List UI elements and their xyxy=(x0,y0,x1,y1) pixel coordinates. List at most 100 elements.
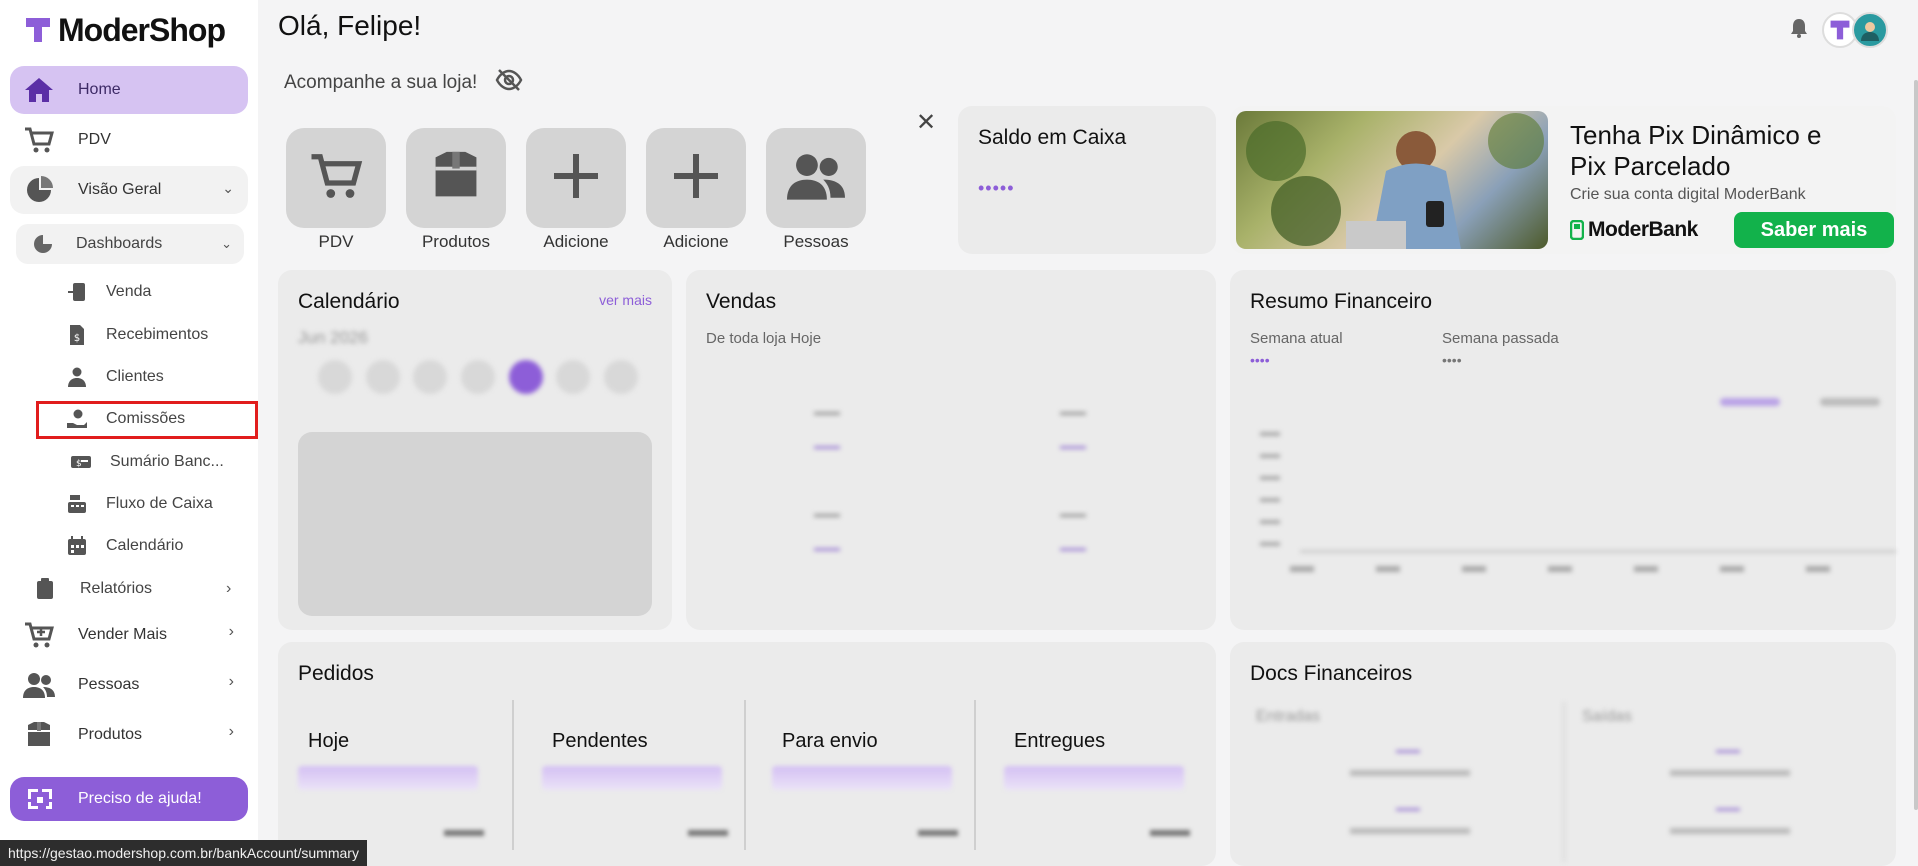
pie-chart-icon xyxy=(22,175,56,205)
sidebar: ModerShop Home PDV Visão Geral ⌄ Dashboa… xyxy=(0,0,258,866)
bell-icon[interactable] xyxy=(1790,18,1808,43)
quick-action-label: PDV xyxy=(318,232,354,251)
sub-item-sumario-bancario[interactable]: $ Sumário Banc... xyxy=(70,444,224,480)
calendar-day[interactable] xyxy=(556,360,591,394)
calendar-day[interactable] xyxy=(413,360,448,394)
sub-item-fluxo-de-caixa[interactable]: Fluxo de Caixa xyxy=(66,486,213,522)
pedidos-col-value xyxy=(918,830,958,836)
home-icon xyxy=(22,75,56,105)
help-button-label: Preciso de ajuda! xyxy=(78,790,202,807)
box-icon xyxy=(430,150,482,207)
link-status-bar: https://gestao.modershop.com.br/bankAcco… xyxy=(0,840,367,866)
promo-banner[interactable]: Tenha Pix Dinâmico e Pix Parcelado Crie s… xyxy=(1230,106,1896,254)
calendar-week xyxy=(318,360,638,394)
page-subtitle: Acompanhe a sua loja! xyxy=(284,68,523,98)
nav-dashboards[interactable]: Dashboards ⌄ xyxy=(16,224,244,264)
calendar-day[interactable] xyxy=(603,360,638,394)
pedidos-col-pendentes[interactable]: Pendentes xyxy=(542,702,742,866)
eye-slash-icon[interactable] xyxy=(495,68,523,98)
cart-icon xyxy=(22,125,56,155)
sub-item-venda[interactable]: Venda xyxy=(66,274,151,310)
quick-action-pdv[interactable]: PDV xyxy=(286,128,386,252)
calendar-see-more-link[interactable]: ver mais xyxy=(599,292,652,308)
banner-headline-line-2: Pix Parcelado xyxy=(1570,151,1731,181)
chevron-right-icon: › xyxy=(228,673,234,690)
nav-pessoas[interactable]: Pessoas › xyxy=(10,661,248,709)
main-content: Olá, Felipe! Acompanhe a sua loja! PDV P… xyxy=(258,0,1918,866)
nav-relatorios-label: Relatórios xyxy=(80,580,153,597)
vendas-card: Vendas De toda loja Hoje xyxy=(686,270,1216,630)
nav-vender-mais[interactable]: Vender Mais › xyxy=(10,611,248,659)
pedidos-col-para-envio[interactable]: Para envio xyxy=(772,702,972,866)
quick-action-box xyxy=(406,128,506,228)
nav-pessoas-label: Pessoas xyxy=(78,676,140,693)
sub-item-label: Clientes xyxy=(106,368,164,385)
semana-passada-value: •••• xyxy=(1442,352,1462,368)
svg-text:$: $ xyxy=(76,459,82,469)
hand-money-icon xyxy=(66,408,88,430)
sign-in-doc-icon xyxy=(66,281,88,303)
banner-subtext: Crie sua conta digital ModerBank xyxy=(1570,186,1806,203)
resumo-title: Resumo Financeiro xyxy=(1250,290,1433,313)
nav-visao-geral[interactable]: Visão Geral ⌄ xyxy=(10,166,248,214)
pedidos-col-value xyxy=(444,830,484,836)
close-icon[interactable]: ✕ xyxy=(916,108,936,137)
chevron-down-icon: ⌄ xyxy=(221,236,232,251)
sub-item-recebimentos[interactable]: $ Recebimentos xyxy=(66,317,208,353)
banner-headline-line-1: Tenha Pix Dinâmico e xyxy=(1570,120,1822,150)
sub-item-label: Fluxo de Caixa xyxy=(106,495,213,512)
resumo-financeiro-card: Resumo Financeiro Semana atual •••• Sema… xyxy=(1230,270,1896,630)
pedidos-col-bar xyxy=(1004,766,1184,790)
calendar-events-panel xyxy=(298,432,652,616)
nav-dashboards-label: Dashboards xyxy=(76,235,163,252)
nav-pdv-label: PDV xyxy=(78,131,111,148)
sub-item-comissoes[interactable]: Comissões xyxy=(66,401,185,437)
users-icon xyxy=(22,670,56,700)
calendar-day[interactable] xyxy=(460,360,495,394)
vendas-title: Vendas xyxy=(706,290,777,313)
docs-financeiros-card: Docs Financeiros Entradas Saídas xyxy=(1230,642,1896,866)
nav-relatorios[interactable]: Relatórios › xyxy=(34,571,231,607)
chevron-right-icon: › xyxy=(228,723,234,740)
nav-pdv[interactable]: PDV xyxy=(10,116,248,164)
nav-visao-geral-label: Visão Geral xyxy=(78,181,162,198)
quick-action-label: Pessoas xyxy=(783,232,849,251)
pedidos-title: Pedidos xyxy=(298,662,374,685)
user-menu[interactable] xyxy=(1822,12,1888,48)
scrollbar[interactable] xyxy=(1914,80,1918,810)
nav-home[interactable]: Home xyxy=(10,66,248,114)
help-button[interactable]: Preciso de ajuda! xyxy=(10,777,248,821)
quick-action-adicione-1[interactable]: Adicione xyxy=(526,128,626,252)
cart-plus-icon xyxy=(22,620,56,650)
quick-action-adicione-2[interactable]: Adicione xyxy=(646,128,746,252)
calendar-day[interactable] xyxy=(318,360,352,394)
vendas-subtitle: De toda loja Hoje xyxy=(706,330,822,347)
calendar-day-today[interactable] xyxy=(508,360,543,394)
quick-action-produtos[interactable]: Produtos xyxy=(406,128,506,252)
plus-icon xyxy=(552,152,600,205)
saber-mais-button[interactable]: Saber mais xyxy=(1734,212,1894,248)
modershop-logo-icon xyxy=(26,18,50,42)
user-icon xyxy=(66,366,88,388)
pedidos-col-entregues[interactable]: Entregues xyxy=(1004,702,1204,866)
nav-produtos[interactable]: Produtos › xyxy=(10,711,248,759)
plus-icon xyxy=(672,152,720,205)
brand-logo[interactable]: ModerShop xyxy=(24,10,226,50)
pedidos-col-label: Hoje xyxy=(308,730,350,752)
calendar-icon xyxy=(66,535,88,557)
sub-item-label: Recebimentos xyxy=(106,326,209,343)
receipt-dollar-icon: $ xyxy=(66,324,88,346)
saldo-value: ••••• xyxy=(978,178,1015,198)
moderbank-name: ModerBank xyxy=(1588,218,1698,241)
clipboard-icon xyxy=(34,578,56,600)
divider xyxy=(512,700,514,850)
quick-action-pessoas[interactable]: Pessoas xyxy=(766,128,866,252)
cash-register-icon xyxy=(66,493,88,515)
chevron-down-icon: ⌄ xyxy=(222,180,234,196)
divider xyxy=(744,700,746,850)
sub-item-calendario[interactable]: Calendário xyxy=(66,528,183,564)
semana-atual-value: •••• xyxy=(1250,352,1270,368)
calendar-day[interactable] xyxy=(365,360,400,394)
sub-item-clientes[interactable]: Clientes xyxy=(66,359,164,395)
sub-item-label: Calendário xyxy=(106,537,184,554)
